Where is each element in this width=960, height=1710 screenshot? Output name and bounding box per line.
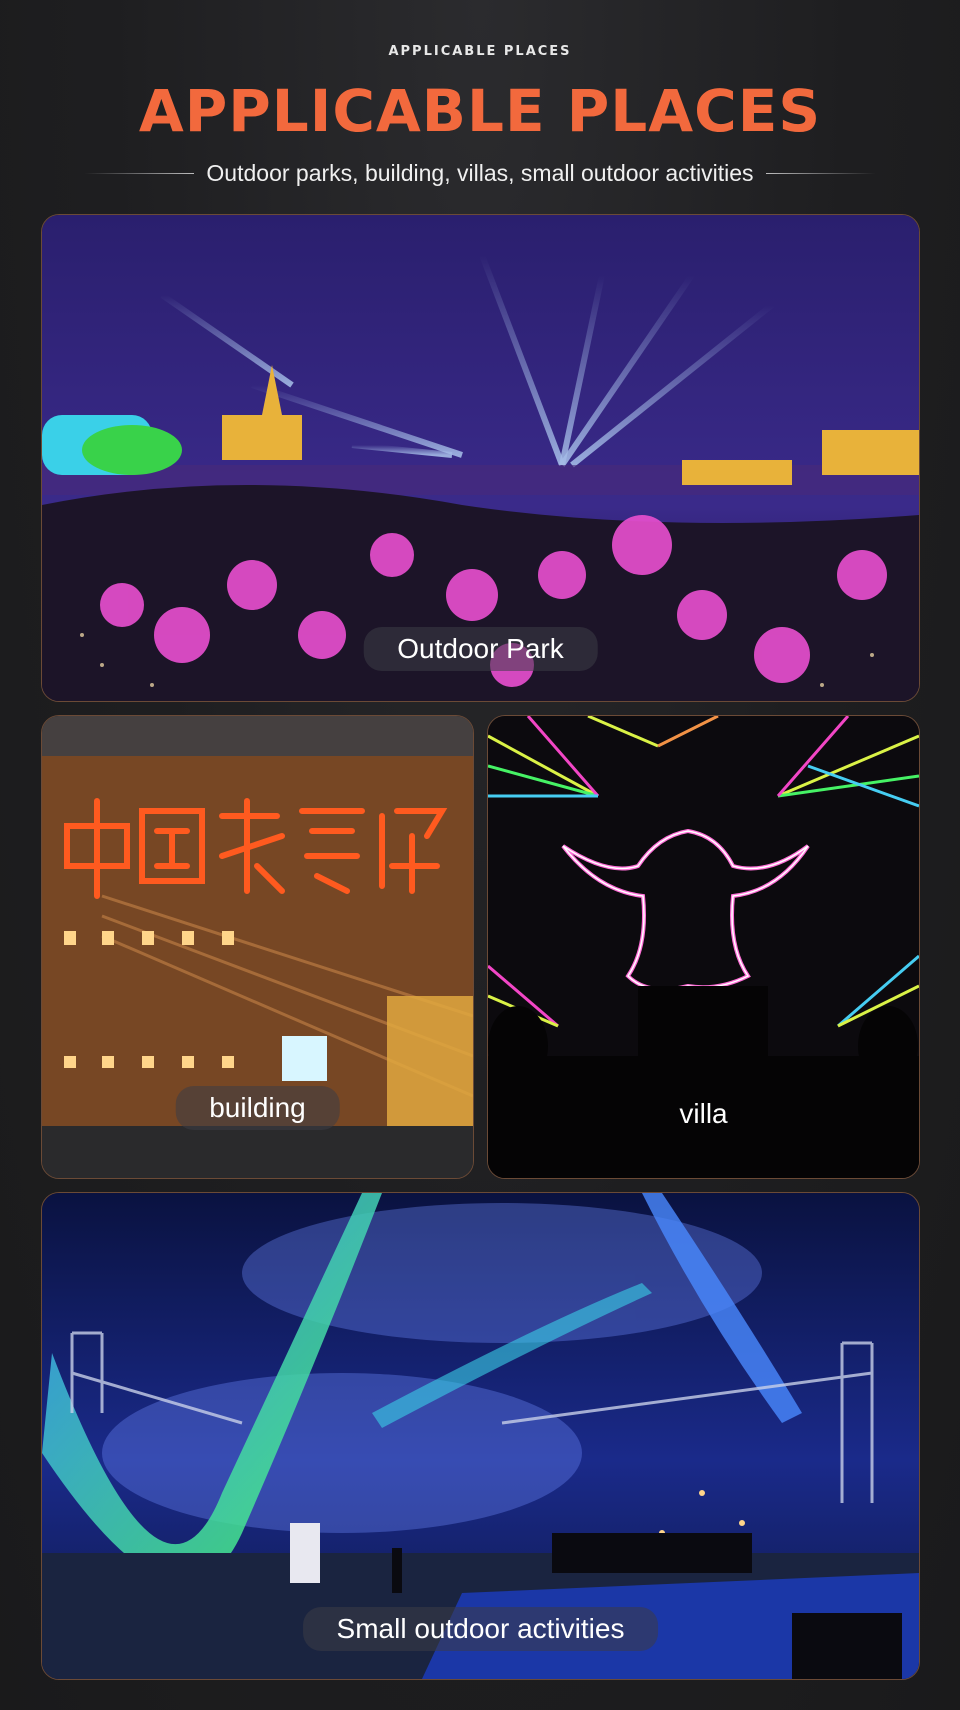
building-card: building: [41, 715, 474, 1179]
section-title: APPLICABLE PLACES: [138, 77, 822, 145]
small-outdoor-activities-caption: Small outdoor activities: [302, 1607, 659, 1651]
outdoor-park-caption: Outdoor Park: [363, 627, 598, 671]
villa-card: villa: [487, 715, 920, 1179]
subtitle-row: Outdoor parks, building, villas, small o…: [0, 158, 960, 188]
section-subtitle: Outdoor parks, building, villas, small o…: [206, 159, 754, 186]
right-divider: [765, 172, 876, 174]
building-caption: building: [175, 1086, 340, 1130]
section-eyebrow: APPLICABLE PLACES: [388, 44, 572, 59]
outdoor-park-card: Outdoor Park: [41, 214, 920, 702]
left-divider: [84, 172, 195, 174]
small-outdoor-activities-card: Small outdoor activities: [41, 1192, 920, 1680]
villa-caption: villa: [679, 1098, 728, 1129]
